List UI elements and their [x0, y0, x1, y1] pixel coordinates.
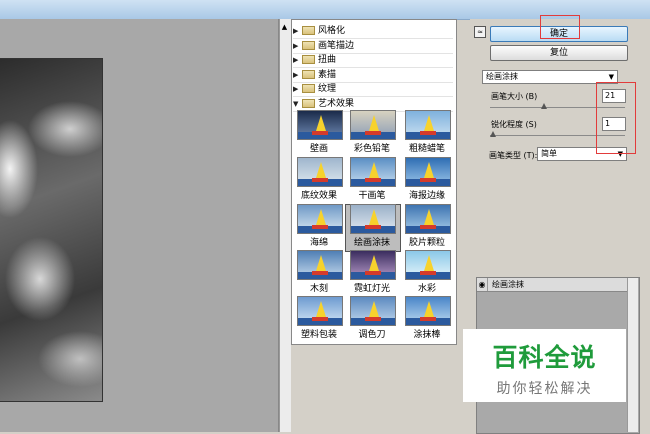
filter-thumbnail[interactable]: [405, 157, 451, 187]
filter-category-row[interactable]: ▶ 扭曲: [293, 54, 453, 68]
collapsed-triangle-icon[interactable]: ▶: [293, 54, 302, 67]
filter-thumbnail[interactable]: [297, 157, 343, 187]
filter-category-label: 风格化: [318, 26, 346, 36]
brush-size-slider-thumb[interactable]: [541, 103, 547, 109]
filter-category-row[interactable]: ▶ 纹理: [293, 83, 453, 97]
brush-type-value: 简单: [541, 149, 557, 158]
scroll-up-arrow-icon[interactable]: ▲: [279, 22, 290, 33]
filter-category-label: 艺术效果: [318, 98, 355, 109]
filter-thumbnail-label: 涂抹棒: [413, 330, 441, 340]
folder-icon: [302, 55, 315, 64]
folder-icon: [302, 40, 315, 50]
watermark-title: 百科全说: [492, 343, 597, 372]
collapsed-triangle-icon[interactable]: ▶: [293, 83, 302, 96]
collapsed-triangle-icon[interactable]: ▶: [293, 69, 302, 82]
filter-category-row[interactable]: ▶ 素描: [293, 69, 453, 83]
filter-thumbnail[interactable]: [350, 296, 396, 326]
layer-panel-scrollbar[interactable]: [627, 278, 638, 432]
filter-category-label: 扭曲: [318, 55, 337, 65]
effect-layer-row[interactable]: ◉ 绘画涂抹: [477, 278, 627, 292]
filter-thumbnail[interactable]: [350, 157, 396, 187]
preview-image[interactable]: [0, 58, 103, 402]
filter-thumbnail[interactable]: [405, 296, 451, 326]
collapsed-triangle-icon[interactable]: ▶: [293, 25, 302, 38]
expanded-triangle-icon[interactable]: ▼: [293, 98, 302, 111]
folder-icon: [302, 26, 315, 35]
collapsed-triangle-icon[interactable]: ▶: [293, 40, 302, 53]
annotation-box-ok: [540, 15, 580, 39]
folder-icon: [302, 69, 315, 79]
filter-thumbnail[interactable]: [405, 110, 451, 140]
filter-thumbnail-label: 木刻: [309, 284, 328, 294]
filter-thumbnail-label: 彩色铅笔: [353, 144, 390, 154]
filter-thumbnail[interactable]: [350, 204, 396, 234]
filter-thumbnail-label: 壁画: [309, 144, 328, 154]
filter-thumbnail-label: 霓虹灯光: [353, 284, 390, 294]
filter-category-label: 画笔描边: [318, 40, 355, 51]
filter-thumbnail-label: 绘画涂抹: [353, 238, 390, 248]
filter-thumbnail-label: 海报边缘: [408, 191, 445, 201]
annotation-box-values: [596, 82, 636, 154]
filter-category-label: 纹理: [318, 84, 337, 94]
filter-category-row[interactable]: ▶ 风格化: [293, 25, 453, 39]
filter-thumbnail[interactable]: [405, 204, 451, 234]
filter-thumbnail-label: 底纹效果: [300, 191, 337, 201]
filter-thumbnail-label: 粗糙蜡笔: [408, 144, 445, 154]
filter-category-label: 素描: [318, 69, 337, 80]
filter-thumbnail[interactable]: [297, 204, 343, 234]
filter-select-value: 绘画涂抹: [486, 72, 518, 81]
watermark-subtitle: 助你轻松解决: [496, 381, 593, 397]
filter-thumbnail-label: 调色刀: [358, 330, 386, 340]
brush-size-label: 画笔大小 (B): [491, 92, 538, 101]
sharpness-slider-thumb[interactable]: [490, 131, 496, 137]
filter-thumbnail[interactable]: [350, 110, 396, 140]
filter-thumbnail-label: 干画笔: [358, 191, 386, 201]
filter-thumbnail[interactable]: [350, 250, 396, 280]
filter-thumbnail[interactable]: [297, 250, 343, 280]
collapse-double-chevron-icon[interactable]: ≈: [474, 26, 486, 38]
filter-thumbnail[interactable]: [297, 296, 343, 326]
filter-thumbnail-label: 胶片颗粒: [408, 238, 445, 248]
filter-category-row[interactable]: ▶ 画笔描边: [293, 40, 453, 54]
effect-layer-name: 绘画涂抹: [492, 280, 524, 289]
filter-thumbnail-label: 水彩: [417, 284, 436, 294]
folder-icon: [302, 84, 315, 93]
folder-icon: [302, 98, 315, 108]
brush-type-label: 画笔类型 (T):: [489, 151, 538, 160]
filter-thumbnail[interactable]: [405, 250, 451, 280]
filter-thumbnail-label: 海绵: [309, 238, 328, 248]
reset-button[interactable]: 复位: [490, 45, 628, 61]
eye-icon[interactable]: ◉: [477, 278, 488, 291]
filter-thumbnail[interactable]: [297, 110, 343, 140]
sharpness-label: 锐化程度 (S): [491, 120, 537, 129]
filter-thumbnail-label: 塑料包装: [300, 330, 337, 340]
preview-scrollbar[interactable]: [279, 19, 291, 432]
